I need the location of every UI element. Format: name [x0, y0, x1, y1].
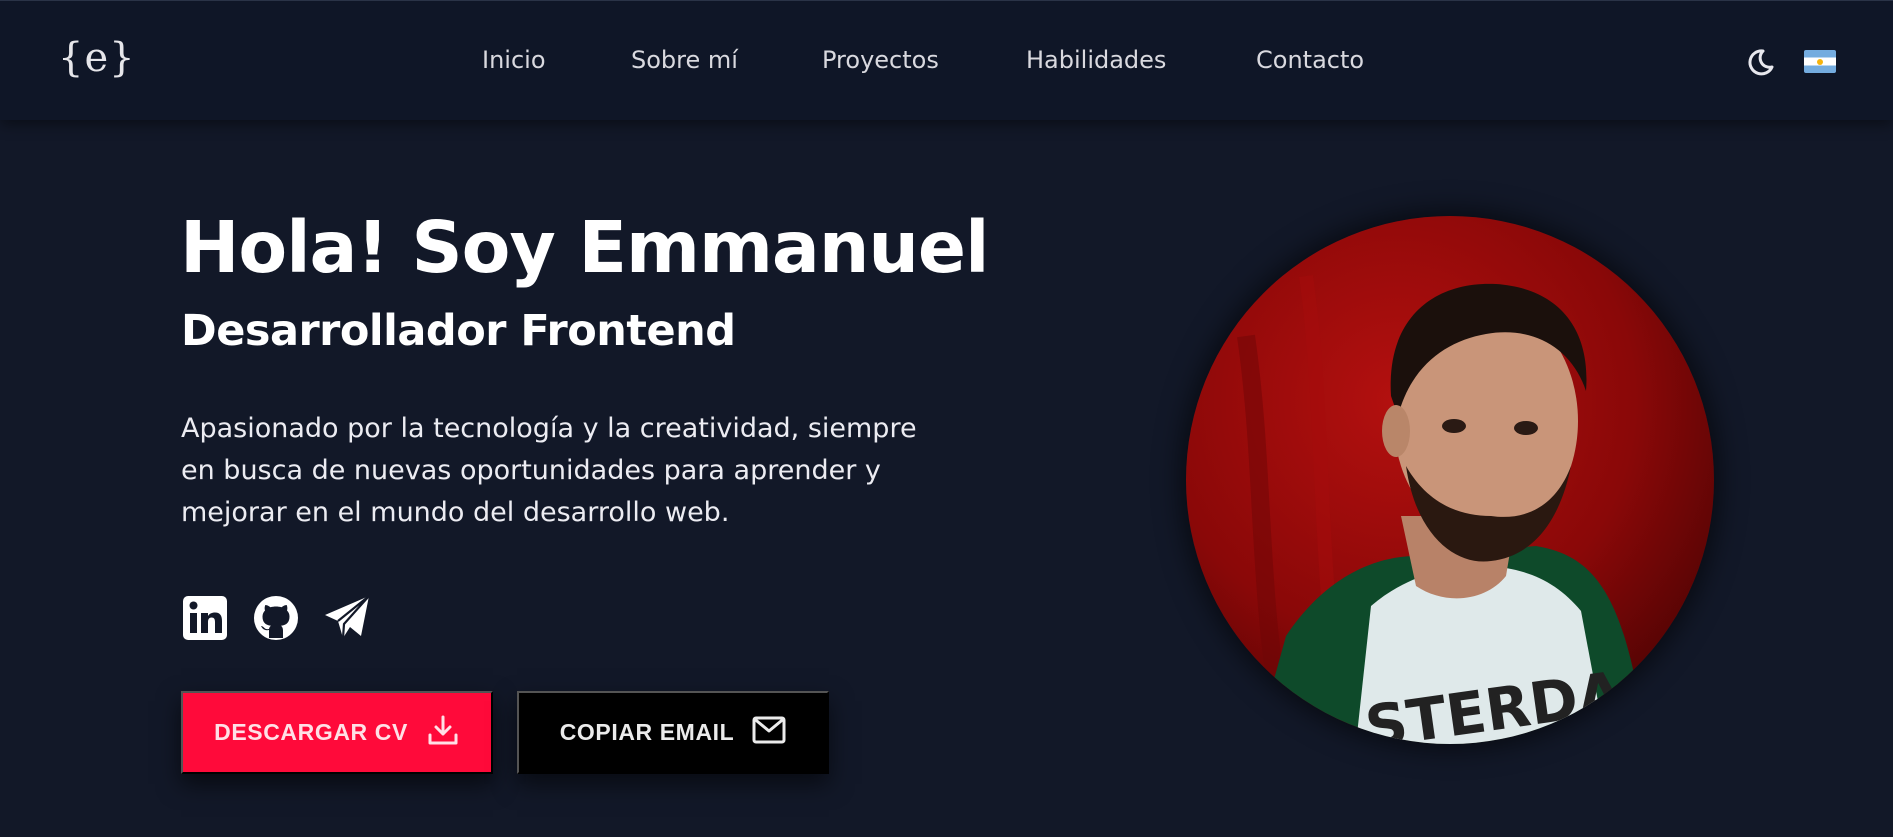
argentina-flag-icon[interactable]: [1804, 50, 1836, 73]
copy-email-label: COPIAR EMAIL: [559, 719, 735, 745]
main-nav: Inicio Sobre mí Proyectos Habilidades Co…: [0, 46, 1893, 78]
linkedin-icon[interactable]: [181, 594, 229, 642]
download-cv-label: DESCARGAR CV: [214, 719, 408, 745]
nav-link-proyectos[interactable]: Proyectos: [822, 46, 939, 74]
hero-description: Apasionado por la tecnología y la creati…: [181, 413, 917, 528]
navbar: {e} Inicio Sobre mí Proyectos Habilidade…: [0, 0, 1893, 120]
nav-link-contacto[interactable]: Contacto: [1256, 46, 1364, 74]
hero-subtitle: Desarrollador Frontend: [181, 306, 736, 356]
nav-link-sobre-mi[interactable]: Sobre mí: [631, 46, 738, 74]
copy-email-button[interactable]: COPIAR EMAIL: [517, 691, 829, 774]
hero-title: Hola! Soy Emmanuel: [180, 206, 989, 289]
profile-photo: STERDA: [1186, 216, 1714, 744]
mail-icon: [752, 716, 786, 750]
nav-link-inicio[interactable]: Inicio: [482, 46, 546, 74]
moon-icon[interactable]: [1745, 47, 1775, 77]
download-icon: [426, 713, 460, 753]
telegram-icon[interactable]: [323, 594, 371, 642]
flag-sun: [1817, 59, 1823, 65]
download-cv-button[interactable]: DESCARGAR CV: [181, 691, 493, 774]
nav-link-habilidades[interactable]: Habilidades: [1026, 46, 1166, 74]
github-icon[interactable]: [252, 594, 300, 642]
